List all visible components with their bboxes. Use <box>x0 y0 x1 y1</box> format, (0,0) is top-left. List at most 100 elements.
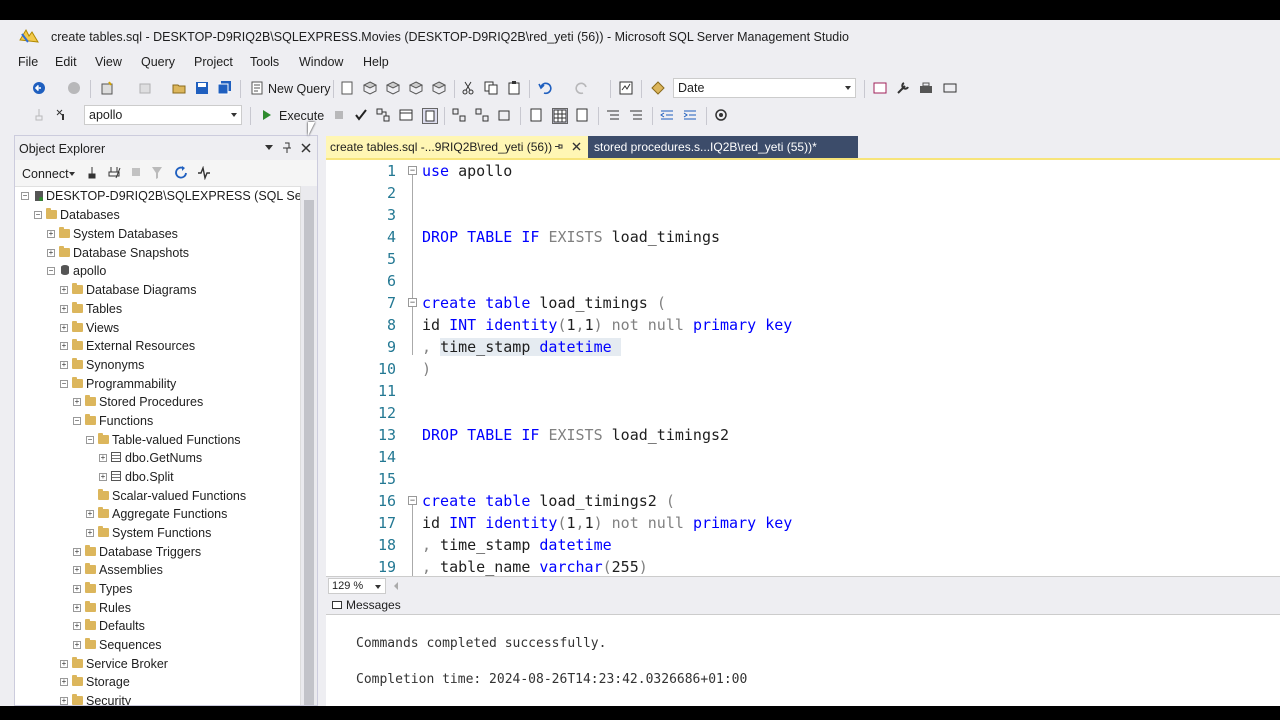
collapse-region-icon[interactable]: − <box>408 166 417 175</box>
change-connection-icon[interactable] <box>55 108 69 122</box>
pin-icon[interactable] <box>554 142 563 151</box>
collapse-icon[interactable]: − <box>34 211 42 219</box>
expand-icon[interactable]: + <box>73 566 81 574</box>
dmx-query-icon[interactable] <box>386 81 400 95</box>
chevron-down-icon[interactable] <box>265 145 273 150</box>
scrollbar-thumb[interactable] <box>304 200 314 705</box>
activity-monitor-icon[interactable] <box>197 166 211 180</box>
query-designer-icon[interactable] <box>399 108 413 122</box>
object-explorer-scrollbar[interactable] <box>300 186 317 705</box>
toolbox-icon[interactable] <box>919 81 933 95</box>
menu-view[interactable]: View <box>95 55 122 69</box>
database-select[interactable]: apollo <box>84 105 242 125</box>
pin-icon[interactable] <box>282 142 292 154</box>
decrease-indent-icon[interactable] <box>660 108 674 122</box>
properties-icon[interactable] <box>896 81 910 95</box>
intellisense-icon[interactable] <box>422 108 438 124</box>
expand-icon[interactable]: + <box>60 697 68 705</box>
expand-icon[interactable]: + <box>47 230 55 238</box>
expand-icon[interactable]: + <box>60 305 68 313</box>
expand-icon[interactable]: + <box>60 342 68 350</box>
stop-icon[interactable] <box>332 108 346 122</box>
increase-indent-icon[interactable] <box>683 108 697 122</box>
expand-icon[interactable]: + <box>73 398 81 406</box>
menu-help[interactable]: Help <box>363 55 389 69</box>
zoom-select[interactable]: 129 % <box>328 578 386 594</box>
query-editor[interactable]: 1 2 3 4 5 6 7 8 9 10 11 12 13 14 15 16 1… <box>326 158 1280 578</box>
execute-icon[interactable] <box>260 108 274 122</box>
estimated-plan-icon[interactable] <box>452 108 466 122</box>
menu-project[interactable]: Project <box>194 55 233 69</box>
expand-icon[interactable]: + <box>60 361 68 369</box>
expand-icon[interactable]: + <box>60 660 68 668</box>
collapse-icon[interactable]: − <box>73 417 81 425</box>
expand-icon[interactable]: + <box>47 249 55 257</box>
save-all-icon[interactable] <box>218 81 232 95</box>
expand-icon[interactable]: + <box>99 473 107 481</box>
expand-icon[interactable]: + <box>60 678 68 686</box>
add-item-icon[interactable] <box>138 81 152 95</box>
display-plan-icon[interactable] <box>376 108 390 122</box>
results-to-file-icon[interactable] <box>575 108 589 122</box>
registered-servers-icon[interactable] <box>873 81 887 95</box>
activity-monitor-icon[interactable] <box>619 81 633 95</box>
collapse-icon[interactable]: − <box>86 436 94 444</box>
menu-edit[interactable]: Edit <box>55 55 77 69</box>
chevron-down-icon[interactable] <box>69 172 75 176</box>
expand-icon[interactable]: + <box>73 548 81 556</box>
tab-stored-procedures[interactable]: stored procedures.s...IQ2B\red_yeti (55)… <box>588 136 858 158</box>
results-to-grid-icon[interactable] <box>552 108 568 124</box>
new-query-button[interactable]: New Query <box>268 82 331 96</box>
open-file-icon[interactable] <box>172 81 186 95</box>
specify-template-values-icon[interactable] <box>714 108 728 122</box>
save-icon[interactable] <box>195 81 209 95</box>
menu-query[interactable]: Query <box>141 55 175 69</box>
uncomment-icon[interactable] <box>629 108 643 122</box>
execute-button[interactable]: Execute <box>279 109 324 123</box>
expand-icon[interactable]: + <box>99 454 107 462</box>
connect-plug-icon[interactable] <box>86 166 98 180</box>
menu-window[interactable]: Window <box>299 55 343 69</box>
dax-query-icon[interactable] <box>432 81 446 95</box>
expand-icon[interactable]: + <box>73 585 81 593</box>
connect-button[interactable]: Connect <box>22 167 69 181</box>
comment-icon[interactable] <box>606 108 620 122</box>
scroll-left-icon[interactable] <box>394 582 398 590</box>
collapse-icon[interactable]: − <box>60 380 68 388</box>
back-icon[interactable] <box>32 81 46 95</box>
forward-icon[interactable] <box>67 81 81 95</box>
disconnect-icon[interactable] <box>108 166 122 180</box>
expand-icon[interactable]: + <box>60 286 68 294</box>
expand-icon[interactable]: + <box>86 510 94 518</box>
expand-icon[interactable]: + <box>86 529 94 537</box>
menu-file[interactable]: File <box>18 55 38 69</box>
results-to-text-icon[interactable] <box>529 108 543 122</box>
new-query-icon[interactable] <box>250 81 264 95</box>
xmla-query-icon[interactable] <box>409 81 423 95</box>
parse-icon[interactable] <box>354 108 368 122</box>
refresh-icon[interactable] <box>174 166 188 180</box>
options-icon[interactable] <box>943 81 957 95</box>
mdx-query-icon[interactable] <box>363 81 377 95</box>
collapse-icon[interactable]: − <box>47 267 55 275</box>
include-actual-plan-icon[interactable] <box>475 108 489 122</box>
tab-create-tables[interactable]: create tables.sql -...9RIQ2B\red_yeti (5… <box>326 136 588 158</box>
close-icon[interactable] <box>301 143 311 153</box>
copy-icon[interactable] <box>484 81 498 95</box>
messages-tab[interactable]: Messages <box>326 596 1280 615</box>
cut-icon[interactable] <box>461 81 475 95</box>
close-icon[interactable] <box>572 142 581 151</box>
redo-icon[interactable] <box>575 81 589 95</box>
collapse-region-icon[interactable]: − <box>408 298 417 307</box>
collapse-region-icon[interactable]: − <box>408 496 417 505</box>
expand-icon[interactable]: + <box>73 622 81 630</box>
expand-icon[interactable]: + <box>60 324 68 332</box>
new-project-icon[interactable] <box>100 81 114 95</box>
undo-icon[interactable] <box>538 81 552 95</box>
live-stats-icon[interactable] <box>498 108 512 122</box>
collapse-icon[interactable]: − <box>21 192 29 200</box>
stop-icon[interactable] <box>131 167 141 177</box>
menu-tools[interactable]: Tools <box>250 55 279 69</box>
filter-icon[interactable] <box>151 166 163 180</box>
expand-icon[interactable]: + <box>73 641 81 649</box>
